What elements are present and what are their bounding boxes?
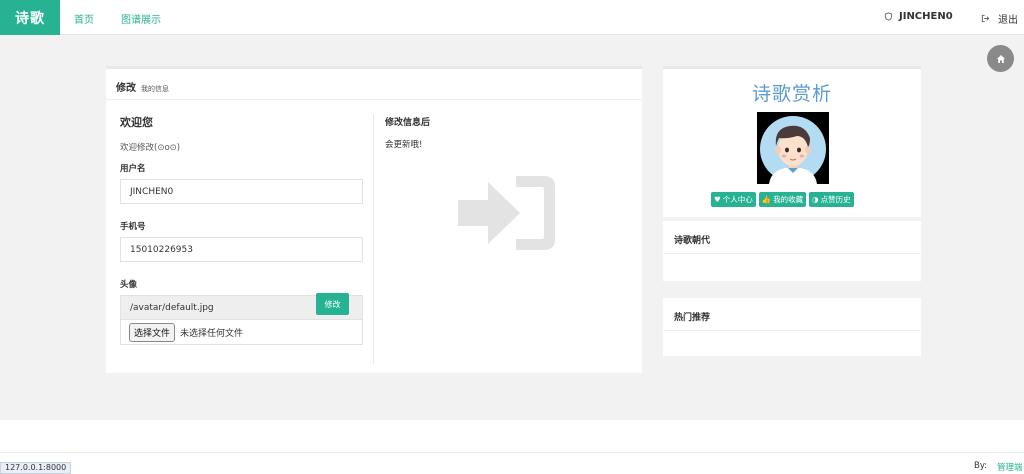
tag-label: 我的收藏 [773, 195, 804, 204]
status-bar [0, 452, 1024, 474]
avatar-image [760, 116, 826, 184]
phone-field-label: 手机号 [120, 222, 146, 232]
panel-title: 修改 [116, 83, 136, 94]
file-picker: 选择文件 未选择任何文件 [120, 320, 363, 345]
panel-subtitle: 我的信息 [141, 85, 169, 93]
choose-file-button[interactable]: 选择文件 [129, 322, 176, 342]
heart-icon: ♥ [714, 195, 721, 204]
dynasty-heading: 诗歌朝代 [663, 221, 921, 254]
tag-like-history[interactable]: ◑ 点赞历史 [809, 192, 854, 207]
logout-button[interactable]: 退出 [981, 11, 1018, 26]
home-float-button[interactable] [987, 45, 1014, 72]
footer [0, 420, 1024, 452]
sign-in-icon [458, 176, 555, 250]
file-status-text: 未选择任何文件 [180, 328, 244, 339]
tag-my-favorites[interactable]: 👍 我的收藏 [758, 192, 807, 207]
tag-label: 个人中心 [722, 195, 753, 204]
avatar [757, 112, 829, 184]
panel-header: 修改 我的信息 [106, 69, 642, 100]
username-field[interactable]: JINCHEN0 [120, 179, 363, 204]
footer-by-label: By: [974, 461, 988, 471]
link-url-tooltip: 127.0.0.1:8000 [0, 462, 72, 474]
profile-tags: ♥ 个人中心 👍 我的收藏 ◑ 点赞历史 [711, 192, 854, 207]
nav-graph-link[interactable]: 图谱展示 [121, 11, 161, 26]
hot-recommend-panel: 热门推荐 [663, 298, 921, 356]
edit-profile-panel: 修改 我的信息 欢迎您 欢迎修改(⊙o⊙) 用户名 JINCHEN0 手机号 1… [106, 66, 642, 373]
phone-field[interactable]: 15010226953 [120, 237, 363, 262]
logout-label: 退出 [998, 15, 1018, 26]
user-shield-icon [884, 12, 893, 21]
tag-label: 点赞历史 [820, 195, 851, 204]
after-edit-heading: 修改信息后 [385, 118, 431, 128]
site-title: 诗歌赏析 [751, 83, 832, 105]
home-icon [996, 54, 1005, 63]
column-divider [373, 114, 374, 364]
thumbs-up-icon: 👍 [761, 195, 772, 204]
user-menu[interactable]: JINCHEN0 [884, 11, 953, 22]
info-column: 修改信息后 会更新哦! [385, 115, 430, 150]
after-edit-text: 会更新哦! [385, 140, 423, 150]
sign-out-icon [981, 14, 990, 23]
top-navbar: 诗歌 首页 图谱展示 JINCHEN0 退出 [0, 0, 1024, 35]
brand-logo[interactable]: 诗歌 [0, 0, 60, 35]
hot-heading: 热门推荐 [663, 298, 921, 331]
username-field-label: 用户名 [120, 164, 146, 174]
avatar-field-label: 头像 [120, 280, 138, 290]
dynasty-panel: 诗歌朝代 [663, 221, 921, 281]
welcome-subtext: 欢迎修改(⊙o⊙) [120, 143, 181, 153]
nav-home-link[interactable]: 首页 [74, 11, 94, 26]
welcome-heading: 欢迎您 [120, 116, 153, 129]
admin-link[interactable]: 管理端 [997, 461, 1023, 473]
tag-personal-center[interactable]: ♥ 个人中心 [711, 192, 756, 207]
submit-button[interactable]: 修改 [316, 293, 349, 315]
username-label: JINCHEN0 [899, 11, 953, 22]
half-circle-icon: ◑ [812, 195, 819, 204]
profile-card: 诗歌赏析 ♥ 个人中心 👍 我的收藏 ◑ 点赞历史 [663, 66, 921, 217]
